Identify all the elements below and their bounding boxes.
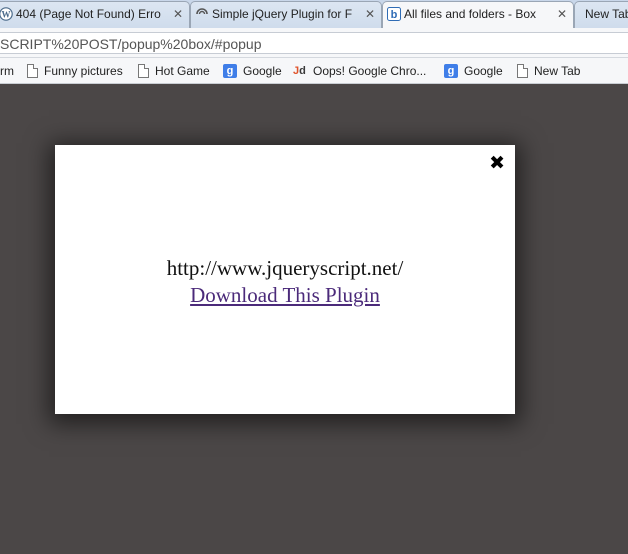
google-icon: g	[223, 64, 237, 78]
bookmark-funny-pictures[interactable]: Funny pictures	[26, 62, 123, 80]
wordpress-icon: W	[0, 7, 13, 21]
popup-box: ✖ http://www.jqueryscript.net/ Download …	[55, 145, 515, 414]
tab-404-page[interactable]: W 404 (Page Not Found) Erro ✕	[0, 1, 190, 28]
tab-title: Simple jQuery Plugin for F	[212, 7, 353, 21]
tab-box-files[interactable]: b All files and folders - Box ✕	[382, 1, 574, 28]
google-icon: g	[444, 64, 458, 78]
close-tab-icon[interactable]: ✕	[173, 7, 183, 21]
page-overlay[interactable]: ✖ http://www.jqueryscript.net/ Download …	[0, 85, 628, 554]
page-icon	[517, 64, 528, 78]
url-text: SCRIPT%20POST/popup%20box/#popup	[0, 36, 262, 52]
download-plugin-link[interactable]: Download This Plugin	[190, 283, 380, 307]
bookmark-label: Google	[464, 64, 503, 78]
close-tab-icon[interactable]: ✕	[365, 7, 375, 21]
bookmark-label: Oops! Google Chro...	[313, 64, 427, 78]
jd-icon: Jd	[293, 65, 306, 77]
popup-content: http://www.jqueryscript.net/ Download Th…	[55, 255, 515, 309]
bookmark-label: rm	[0, 64, 14, 78]
page-icon	[138, 64, 149, 78]
box-icon: b	[387, 7, 401, 21]
close-icon[interactable]: ✖	[489, 153, 505, 173]
bookmark-item[interactable]: rm	[0, 62, 14, 80]
close-tab-icon[interactable]: ✕	[557, 7, 567, 21]
address-bar: SCRIPT%20POST/popup%20box/#popup	[0, 28, 628, 58]
url-field[interactable]: SCRIPT%20POST/popup%20box/#popup	[0, 32, 628, 54]
bookmark-label: New Tab	[534, 64, 581, 78]
bookmark-label: Hot Game	[155, 64, 210, 78]
bookmark-label: Funny pictures	[44, 64, 123, 78]
bookmark-oops-google-chrome[interactable]: Jd Oops! Google Chro...	[293, 62, 426, 80]
bookmark-google[interactable]: g Google	[223, 62, 282, 80]
bookmark-hot-game[interactable]: Hot Game	[137, 62, 210, 80]
tab-title: New Tab	[585, 7, 628, 21]
bookmark-label: Google	[243, 64, 282, 78]
tab-new-tab[interactable]: New Tab	[574, 1, 628, 28]
bookmark-new-tab[interactable]: New Tab	[516, 62, 580, 80]
page-icon	[27, 64, 38, 78]
svg-text:W: W	[2, 10, 11, 20]
tab-title: 404 (Page Not Found) Erro	[16, 7, 161, 21]
bookmark-google-2[interactable]: g Google	[444, 62, 503, 80]
loading-spinner-icon	[195, 7, 209, 21]
tab-title: All files and folders - Box	[404, 7, 537, 21]
tab-jquery-plugin[interactable]: Simple jQuery Plugin for F ✕	[190, 1, 382, 28]
bookmarks-bar: rm Funny pictures Hot Game g Google Jd O…	[0, 58, 628, 84]
tab-strip: W 404 (Page Not Found) Erro ✕ Simple jQu…	[0, 0, 628, 28]
popup-url-text: http://www.jqueryscript.net/	[166, 256, 404, 280]
svg-text:b: b	[391, 9, 398, 21]
